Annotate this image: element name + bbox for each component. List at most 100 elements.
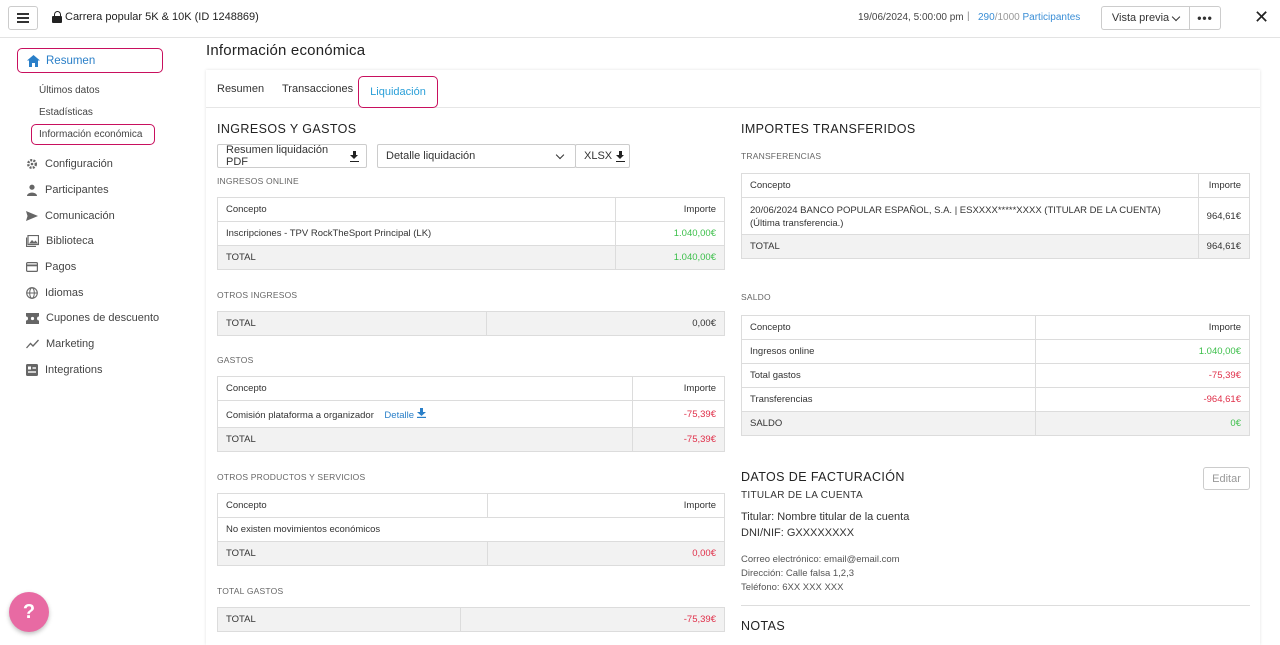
detail-link-label: Detalle: [384, 409, 414, 421]
sidebar-subitem-informacion-economica[interactable]: Información económica: [31, 124, 155, 145]
tab-liquidacion[interactable]: Liquidación: [358, 76, 438, 108]
total-amount: -75,39€: [632, 427, 725, 452]
section-title-importes-transferidos: IMPORTES TRANSFERIDOS: [741, 122, 916, 136]
subsection-otros-productos: OTROS PRODUCTOS Y SERVICIOS: [217, 472, 366, 482]
total-label: TOTAL: [217, 311, 487, 336]
credit-card-icon: [26, 262, 38, 272]
column-header: Concepto: [217, 376, 633, 401]
sidebar-item-label: Cupones de descuento: [46, 312, 160, 324]
billing-email: Correo electrónico: email@email.com: [741, 554, 900, 565]
trend-icon: [26, 339, 39, 349]
total-amount: 0,00€: [487, 541, 725, 566]
top-bar: Carrera popular 5K & 10K (ID 1248869) 19…: [0, 0, 1280, 38]
download-icon: [416, 407, 426, 418]
amount-cell: -75,39€: [1035, 363, 1250, 388]
detail-select[interactable]: Detalle liquidación: [377, 144, 576, 168]
detail-link[interactable]: Detalle: [384, 407, 426, 421]
sidebar-item-comunicacion[interactable]: Comunicación: [26, 210, 115, 222]
concept-cell: 20/06/2024 BANCO POPULAR ESPAÑOL, S.A. |…: [741, 197, 1199, 235]
xlsx-label: XLSX: [584, 150, 613, 162]
xlsx-download-button[interactable]: XLSX: [575, 144, 630, 168]
sidebar-item-label: Idiomas: [45, 287, 84, 299]
amount-cell: 964,61€: [1197, 197, 1251, 235]
pdf-summary-label: Resumen liquidación PDF: [226, 144, 329, 168]
total-row: TOTAL 0,00€: [217, 541, 725, 566]
sidebar-item-pagos[interactable]: Pagos: [26, 261, 76, 273]
sidebar-item-configuracion[interactable]: Configuración: [26, 158, 113, 170]
sidebar-item-biblioteca[interactable]: Biblioteca: [26, 235, 94, 247]
billing-holder: Titular: Nombre titular de la cuenta: [741, 511, 910, 523]
tab-resumen[interactable]: Resumen: [217, 83, 264, 95]
sidebar-item-resumen[interactable]: Resumen: [17, 48, 163, 73]
column-header: Concepto: [217, 493, 488, 518]
gastos-table: Concepto Importe Comisión plataforma a or…: [217, 376, 725, 452]
billing-dni: DNI/NIF: GXXXXXXXX: [741, 527, 855, 539]
sidebar-item-label: Comunicación: [45, 210, 115, 222]
column-header: Concepto: [217, 197, 616, 222]
total-row: TOTAL -75,39€: [217, 607, 725, 632]
section-title-notas: NOTAS: [741, 619, 786, 633]
edit-billing-button[interactable]: Editar: [1203, 467, 1250, 490]
send-icon: [26, 211, 38, 221]
total-amount: 1.040,00€: [615, 245, 725, 270]
amount-cell: 1.040,00€: [1035, 339, 1250, 364]
sidebar-subitem-ultimos-datos[interactable]: Últimos datos: [39, 85, 100, 96]
column-header: Importe: [1035, 315, 1250, 340]
integrations-icon: [26, 364, 38, 376]
concept-cell: Inscripciones - TPV RockTheSport Princip…: [217, 221, 616, 246]
subsection-total-gastos: TOTAL GASTOS: [217, 586, 284, 596]
sidebar-item-idiomas[interactable]: Idiomas: [26, 287, 84, 299]
more-options-button[interactable]: •••: [1189, 6, 1221, 30]
table-row: Ingresos online 1.040,00€: [740, 339, 1250, 364]
close-icon[interactable]: ✕: [1254, 8, 1269, 26]
sidebar-item-label: Información económica: [39, 129, 143, 140]
sidebar-item-label: Biblioteca: [46, 235, 94, 247]
section-title-ingresos-gastos: INGRESOS Y GASTOS: [217, 122, 357, 136]
sidebar-item-marketing[interactable]: Marketing: [26, 338, 94, 350]
participants-link[interactable]: 290/1000 Participantes: [978, 12, 1080, 23]
concept-cell: Total gastos: [740, 363, 1037, 388]
saldo-table: Concepto Importe Ingresos online 1.040,00€…: [740, 315, 1250, 436]
divider: [741, 605, 1250, 606]
hamburger-menu-button[interactable]: [8, 6, 38, 30]
sidebar-item-label: Integrations: [45, 364, 103, 376]
total-label: TOTAL: [741, 234, 1199, 259]
pdf-summary-button[interactable]: Resumen liquidación PDF: [217, 144, 367, 168]
total-amount: -75,39€: [460, 607, 725, 632]
total-amount: 0,00€: [486, 311, 725, 336]
sidebar-subitem-estadisticas[interactable]: Estadísticas: [39, 107, 93, 118]
sidebar-item-integrations[interactable]: Integrations: [26, 364, 102, 376]
total-row: TOTAL 0,00€: [217, 311, 725, 336]
total-row: TOTAL 964,61€: [741, 234, 1251, 259]
table-row: 20/06/2024 BANCO POPULAR ESPAÑOL, S.A. |…: [741, 197, 1251, 235]
event-date: 19/06/2024, 5:00:00 pm: [858, 12, 964, 23]
lock-icon: [52, 11, 62, 23]
subsection-gastos: GASTOS: [217, 355, 254, 365]
amount-cell: 1.040,00€: [615, 221, 725, 246]
table-row: Transferencias -964,61€: [740, 387, 1250, 412]
total-amount: 964,61€: [1197, 234, 1251, 259]
sidebar: Resumen Últimos datos Estadísticas Infor…: [0, 38, 196, 645]
table-row: Total gastos -75,39€: [740, 363, 1250, 388]
table-row: Inscripciones - TPV RockTheSport Princip…: [217, 221, 725, 246]
column-header: Concepto: [740, 315, 1037, 340]
chevron-down-icon: [555, 150, 565, 159]
chevron-down-icon: [1171, 12, 1181, 21]
globe-icon: [26, 287, 38, 299]
coupon-icon: [26, 312, 39, 324]
settlement-card: Resumen Transacciones Liquidación INGRES…: [206, 70, 1260, 645]
divider: |: [967, 11, 970, 22]
total-row: TOTAL 1.040,00€: [217, 245, 725, 270]
home-icon: [27, 54, 40, 67]
tab-transacciones[interactable]: Transacciones: [282, 83, 353, 95]
help-button[interactable]: ?: [9, 592, 49, 632]
participants-count: 290: [978, 12, 995, 23]
sidebar-item-cupones[interactable]: Cupones de descuento: [26, 312, 159, 324]
download-icon: [616, 151, 626, 162]
sidebar-item-participantes[interactable]: Participantes: [26, 184, 109, 196]
subsection-otros-ingresos: OTROS INGRESOS: [217, 290, 298, 300]
concept-cell: Comisión plataforma a organizador Detall…: [217, 400, 633, 428]
preview-button[interactable]: Vista previa: [1101, 6, 1189, 30]
subsection-transferencias: TRANSFERENCIAS: [741, 151, 822, 161]
person-icon: [27, 184, 37, 196]
